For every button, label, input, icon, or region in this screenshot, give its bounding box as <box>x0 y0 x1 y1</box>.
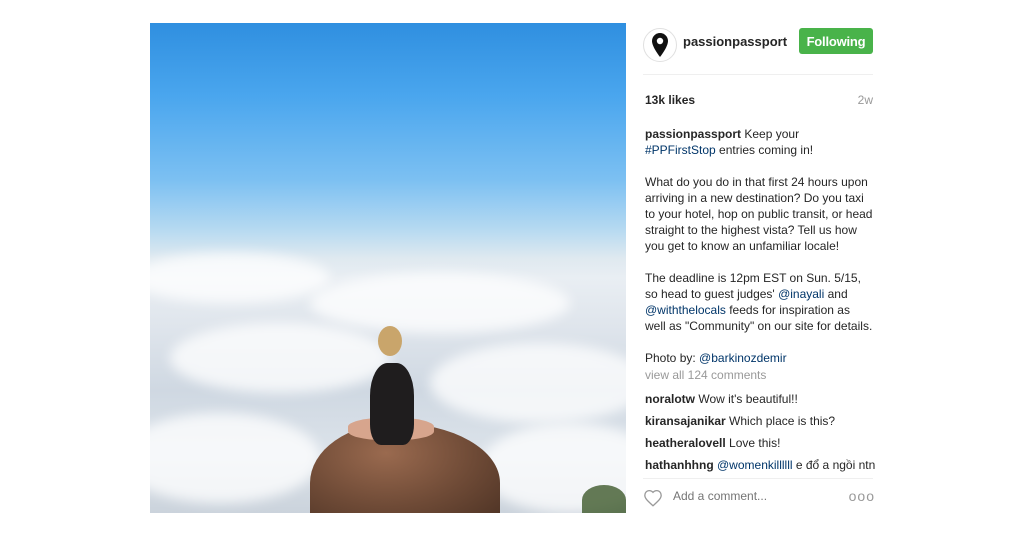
hashtag-link[interactable]: #PPFirstStop <box>645 143 716 157</box>
cloud <box>170 323 390 393</box>
caption-text: and <box>824 287 848 301</box>
comment-text: e đổ a ngồi ntn <box>792 458 876 472</box>
location-pin-icon <box>652 33 668 57</box>
comment-text: Love this! <box>725 436 781 450</box>
mention-link[interactable]: @womenkillllll <box>717 458 793 472</box>
cloud <box>430 343 626 423</box>
comment-text: Which place is this? <box>725 414 836 428</box>
post-header: passionpassport Following <box>626 23 882 69</box>
cloud <box>150 413 320 503</box>
following-button[interactable]: Following <box>799 28 873 54</box>
mention-link[interactable]: @inayali <box>778 287 824 301</box>
cloud <box>310 273 570 333</box>
comment: heatheralovell Love this! <box>645 432 877 454</box>
caption: passionpassport Keep your #PPFirstStop e… <box>645 126 873 366</box>
comment-username[interactable]: hathanhhng <box>645 458 714 472</box>
caption-username[interactable]: passionpassport <box>645 127 741 141</box>
post-sidebar: passionpassport Following 13k likes 2w p… <box>626 23 882 513</box>
comments-list: noralotw Wow it's beautiful!! kiransajan… <box>645 388 877 476</box>
comment-username[interactable]: kiransajanikar <box>645 414 726 428</box>
caption-text: entries coming in! <box>715 143 814 157</box>
person-body <box>370 363 414 445</box>
comment-username[interactable]: heatheralovell <box>645 436 726 450</box>
view-all-comments-link[interactable]: view all 124 comments <box>645 368 766 382</box>
comment: kiransajanikar Which place is this? <box>645 410 877 432</box>
caption-paragraph: What do you do in that first 24 hours up… <box>645 175 873 253</box>
comment: hathanhhng @womenkillllll e đổ a ngồi nt… <box>645 454 877 476</box>
divider <box>643 478 873 479</box>
mention-link[interactable]: @withthelocals <box>645 303 726 317</box>
person-head <box>378 326 402 356</box>
more-options-button[interactable]: ooo <box>849 488 875 504</box>
photo-credit-label: Photo by: <box>645 351 700 365</box>
post-image[interactable] <box>150 23 626 513</box>
likes-count[interactable]: 13k likes <box>645 93 695 107</box>
cloud <box>150 253 330 303</box>
comment-username[interactable]: noralotw <box>645 392 695 406</box>
caption-text: Keep your <box>741 127 800 141</box>
add-comment-input[interactable] <box>673 489 823 503</box>
post-time[interactable]: 2w <box>858 93 873 107</box>
comment-text: Wow it's beautiful!! <box>695 392 798 406</box>
bush <box>582 485 626 513</box>
divider <box>643 74 873 75</box>
add-comment-row: ooo <box>643 484 875 508</box>
photographer-link[interactable]: @barkinozdemir <box>699 351 787 365</box>
comment: noralotw Wow it's beautiful!! <box>645 388 877 410</box>
heart-outline-icon[interactable] <box>643 489 663 507</box>
avatar[interactable] <box>643 28 677 62</box>
header-username[interactable]: passionpassport <box>683 34 787 49</box>
